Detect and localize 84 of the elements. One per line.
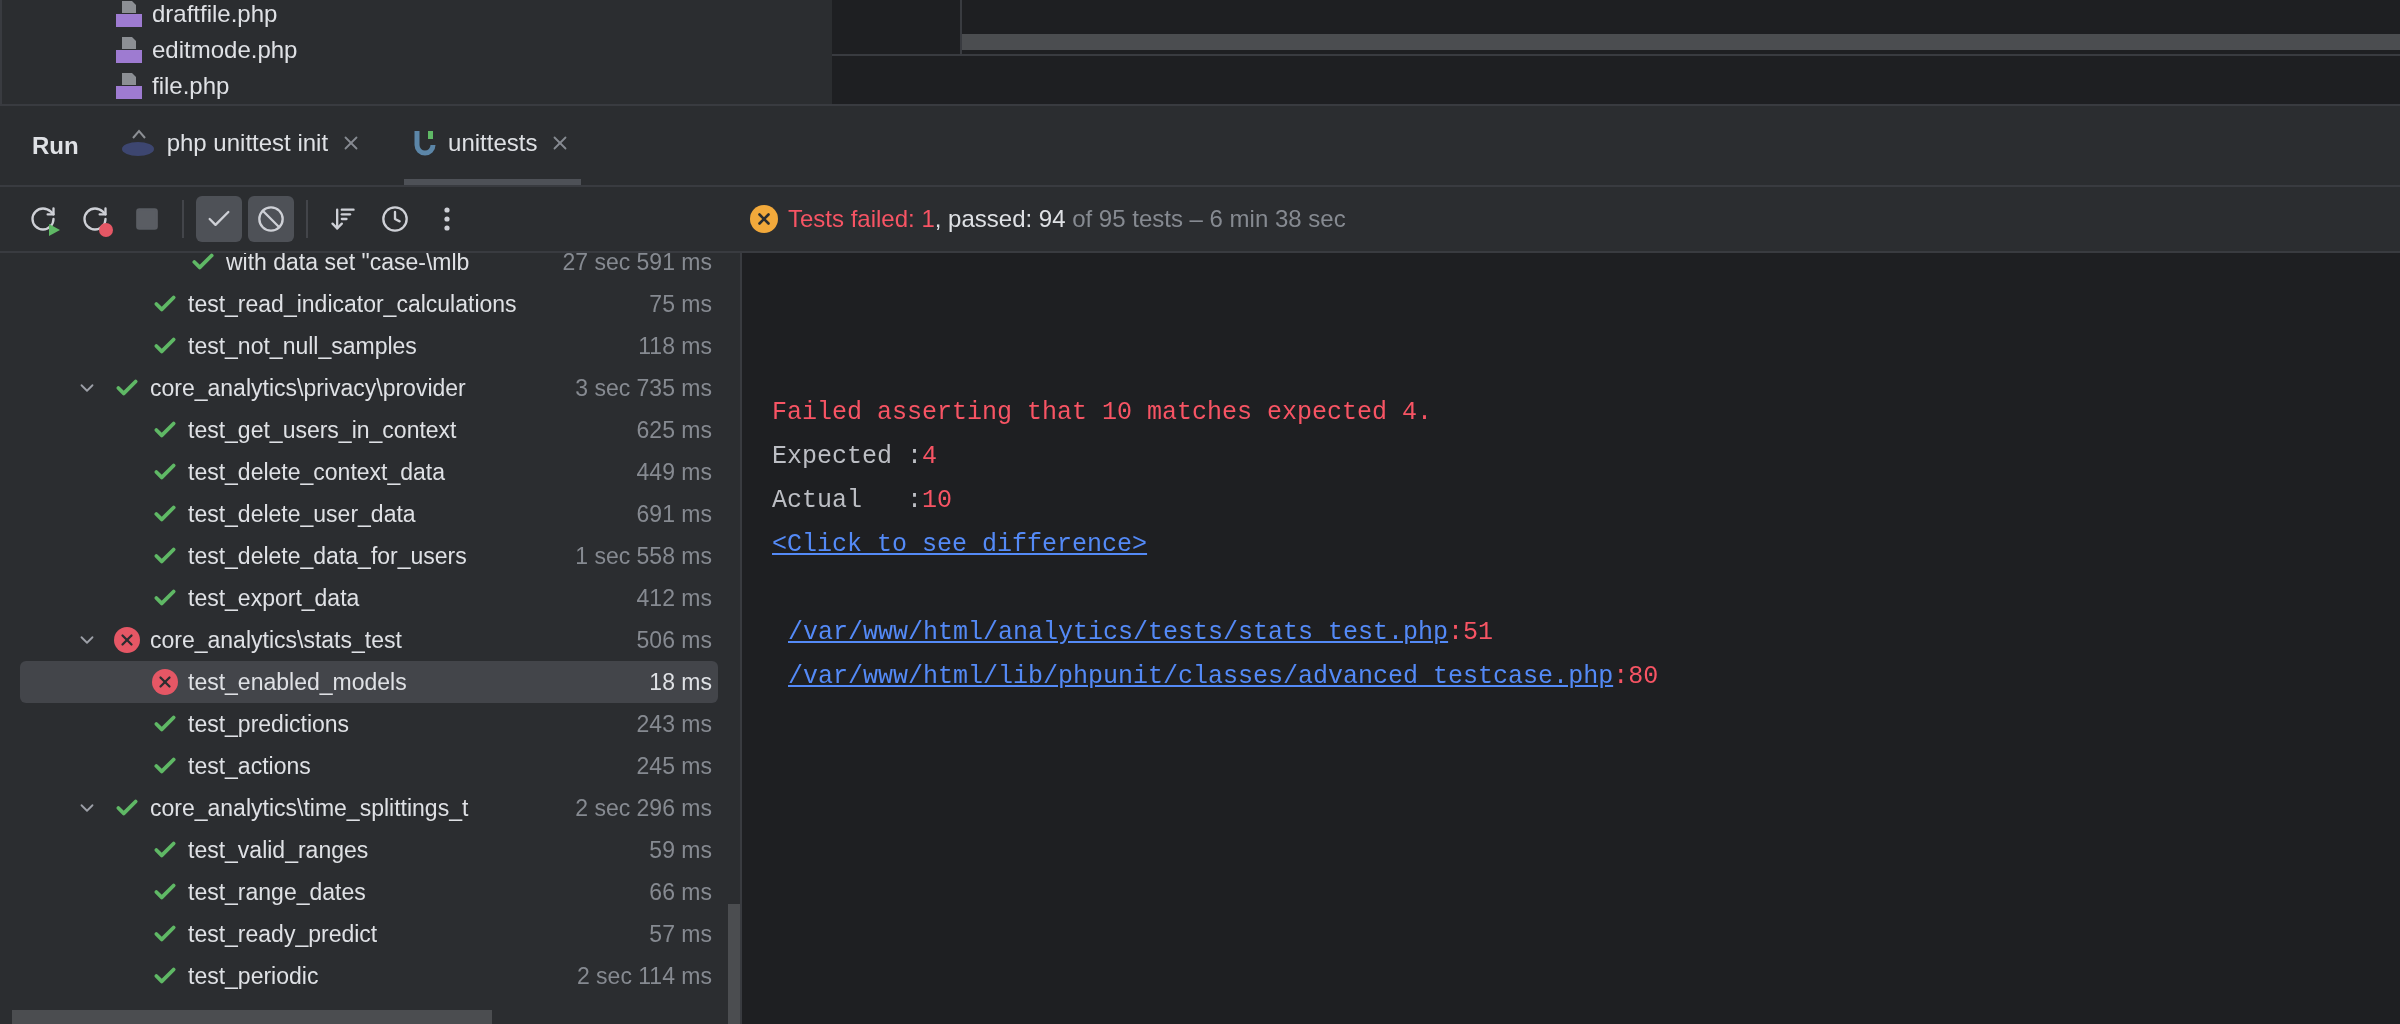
project-file-item[interactable]: file.php	[114, 68, 230, 104]
test-row[interactable]: test_actions 245 ms	[20, 745, 718, 787]
test-row[interactable]: test_delete_data_for_users 1 sec 558 ms	[20, 535, 718, 577]
test-duration: 118 ms	[638, 331, 712, 361]
test-duration: 1 sec 558 ms	[575, 541, 712, 571]
test-name: core_analytics\stats_test	[150, 625, 403, 655]
test-duration: 57 ms	[649, 919, 712, 949]
test-name: test_range_dates	[188, 877, 367, 907]
test-name: test_delete_data_for_users	[188, 541, 468, 571]
php-file-icon	[114, 71, 144, 101]
test-row[interactable]: test_get_users_in_context 625 ms	[20, 409, 718, 451]
test-duration: 75 ms	[649, 289, 712, 319]
test-row[interactable]: test_enabled_models 18 ms	[20, 661, 718, 703]
test-row[interactable]: test_delete_context_data 449 ms	[20, 451, 718, 493]
test-row[interactable]: test_delete_user_data 691 ms	[20, 493, 718, 535]
show-ignored-toggle[interactable]	[248, 196, 294, 242]
test-name: test_get_users_in_context	[188, 415, 458, 445]
test-row[interactable]: test_valid_ranges 59 ms	[20, 829, 718, 871]
test-duration: 243 ms	[636, 709, 712, 739]
test-duration: 625 ms	[636, 415, 712, 445]
test-row[interactable]: test_periodic 2 sec 114 ms	[20, 955, 718, 997]
test-name: test_periodic	[188, 961, 320, 991]
show-passed-toggle[interactable]	[196, 196, 242, 242]
error-message: Failed asserting that 10 matches expected 4.	[772, 397, 1433, 429]
test-suite-row[interactable]: core_analytics\time_splittings_t 2 sec 296 ms	[20, 787, 718, 829]
horizontal-scrollbar[interactable]	[12, 1010, 492, 1024]
project-file-item[interactable]: draftfile.php	[114, 0, 278, 32]
horizontal-scrollbar[interactable]	[962, 34, 2400, 50]
test-duration: 18 ms	[649, 667, 712, 697]
test-name: test_not_null_samples	[188, 331, 418, 361]
php-file-icon	[114, 35, 144, 65]
test-duration: 66 ms	[649, 877, 712, 907]
stop-icon	[134, 206, 160, 232]
test-name: test_ready_predict	[188, 919, 379, 949]
test-summary: Tests failed: 1, passed: 94 of 95 tests – 6 min 38 sec	[788, 204, 1346, 234]
clock-icon	[381, 205, 409, 233]
test-row[interactable]: test_not_null_samples 118 ms	[20, 325, 718, 367]
project-file-item[interactable]: editmode.php	[114, 32, 298, 68]
line-number: :51	[1448, 617, 1494, 649]
test-name: with data set "case-\mlb	[226, 253, 471, 277]
tab-label: php unittest init	[166, 127, 329, 158]
comparison-line: Expected :4	[772, 441, 938, 473]
tab-label: unittests	[448, 127, 538, 158]
test-duration: 245 ms	[636, 751, 712, 781]
test-duration: 2 sec 114 ms	[576, 961, 712, 991]
test-suite-row[interactable]: core_analytics\stats_test 506 ms	[20, 619, 718, 661]
test-duration: 59 ms	[649, 835, 712, 865]
test-duration: 691 ms	[636, 499, 712, 529]
ban-icon	[257, 205, 285, 233]
test-row[interactable]: test_export_data 412 ms	[20, 577, 718, 619]
test-name: test_delete_user_data	[188, 499, 417, 529]
test-duration: 2 sec 296 ms	[575, 793, 712, 823]
test-name: test_enabled_models	[188, 667, 408, 697]
test-row[interactable]: test_ready_predict 57 ms	[20, 913, 718, 955]
test-name: test_valid_ranges	[188, 835, 370, 865]
more-icon	[444, 207, 450, 231]
stack-trace-link[interactable]: /var/www/html/analytics/tests/stats_test.php	[788, 611, 1449, 655]
php-file-icon	[114, 0, 144, 29]
test-name: test_predictions	[188, 709, 351, 739]
test-row[interactable]: test_predictions 243 ms	[20, 703, 718, 745]
test-suite-row[interactable]: core_analytics\privacy\provider 3 sec 735 ms	[20, 367, 718, 409]
test-duration: 449 ms	[636, 457, 712, 487]
diff-link[interactable]: <Click to see difference>	[772, 523, 1148, 567]
unit-test-icon	[414, 128, 437, 157]
test-duration: 27 sec 591 ms	[562, 253, 712, 277]
line-number: :80	[1613, 661, 1659, 693]
test-duration: 506 ms	[636, 625, 712, 655]
test-duration: 3 sec 735 ms	[575, 373, 712, 403]
test-duration: 412 ms	[636, 583, 712, 613]
rerun-icon	[29, 205, 57, 233]
test-name: core_analytics\time_splittings_t	[150, 793, 470, 823]
test-row[interactable]: test_range_dates 66 ms	[20, 871, 718, 913]
stack-trace-link[interactable]: /var/www/html/lib/phpunit/classes/advanced_testcase.php	[788, 655, 1614, 699]
test-row[interactable]: test_read_indicator_calculations 75 ms	[20, 283, 718, 325]
comparison-line: Actual :10	[772, 485, 953, 517]
test-row[interactable]: with data set "case-\mlb 27 sec 591 ms	[20, 253, 718, 283]
test-name: test_delete_context_data	[188, 457, 447, 487]
test-name: test_read_indicator_calculations	[188, 289, 518, 319]
run-tab[interactable]: php unittest init	[110, 106, 373, 185]
test-name: test_export_data	[188, 583, 361, 613]
run-panel-title: Run	[32, 130, 79, 161]
test-name: test_actions	[188, 751, 312, 781]
test-name: core_analytics\privacy\provider	[150, 373, 467, 403]
vertical-scrollbar[interactable]	[728, 904, 740, 1024]
